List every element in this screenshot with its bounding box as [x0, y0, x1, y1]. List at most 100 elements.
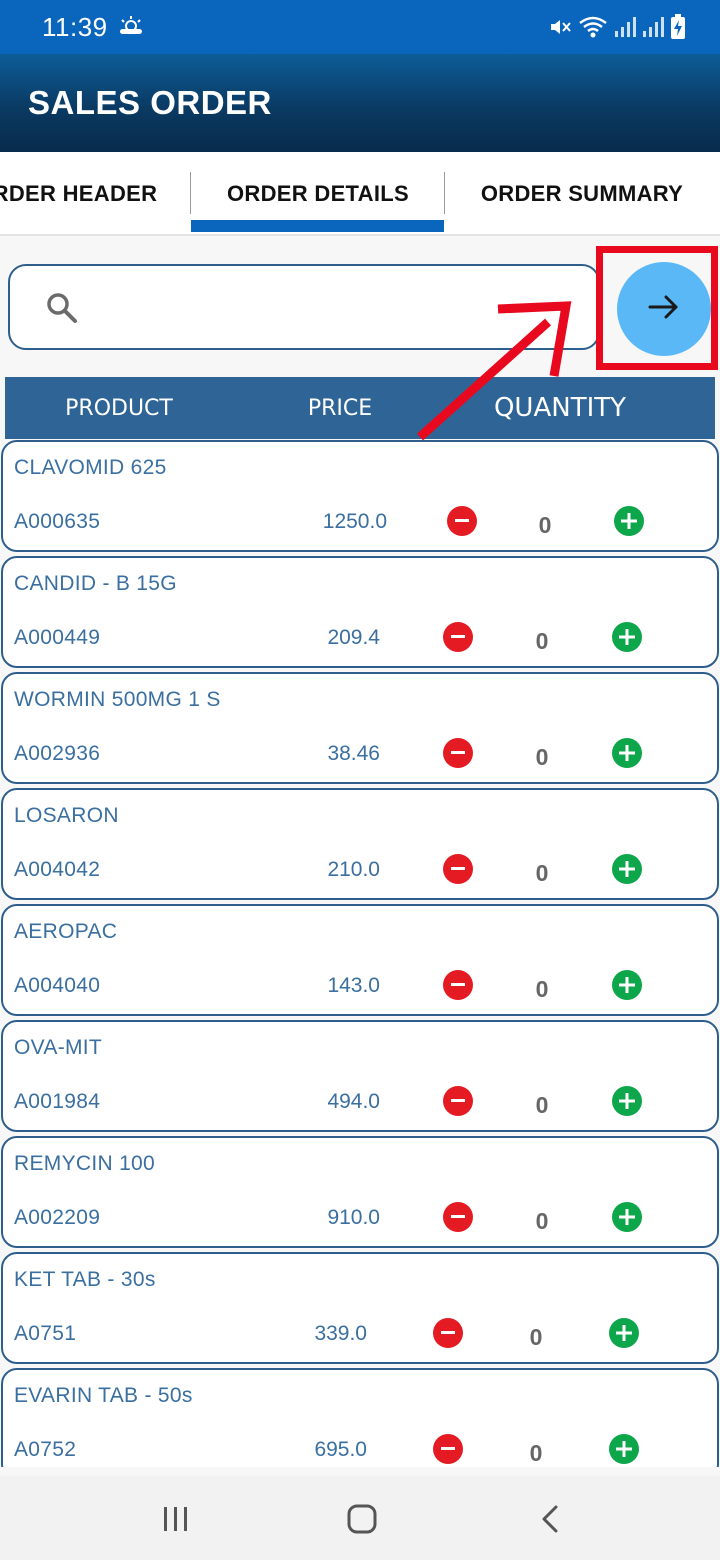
quantity-value: 0	[529, 1324, 543, 1350]
product-code: A004040	[14, 974, 101, 997]
back-button[interactable]	[520, 1496, 580, 1542]
increment-button[interactable]	[612, 970, 642, 1000]
wifi-icon	[578, 15, 608, 44]
product-name: KET TAB - 30s	[14, 1268, 156, 1291]
recent-apps-button[interactable]	[146, 1496, 206, 1542]
product-name: CLAVOMID 625	[14, 456, 167, 479]
decrement-button[interactable]	[443, 854, 473, 884]
tab-divider	[190, 172, 191, 214]
decrement-button[interactable]	[443, 970, 473, 1000]
product-code: A0751	[14, 1322, 77, 1345]
increment-button[interactable]	[614, 506, 644, 536]
column-price: PRICE	[307, 395, 373, 421]
minus-icon	[451, 1215, 465, 1218]
minus-icon	[451, 751, 465, 754]
plus-icon	[619, 1209, 635, 1225]
product-price: 910.0	[327, 1206, 380, 1229]
home-button[interactable]	[332, 1496, 392, 1542]
product-price: 339.0	[314, 1322, 367, 1345]
decrement-button[interactable]	[443, 1086, 473, 1116]
weather-icon	[118, 14, 144, 41]
minus-icon	[451, 867, 465, 870]
product-code: A002209	[14, 1206, 101, 1229]
page-title: SALES ORDER	[28, 84, 272, 121]
product-list[interactable]: CLAVOMID 625 A000635 1250.0 0 CANDID - B…	[0, 439, 720, 1467]
status-time: 11:39	[42, 12, 108, 42]
product-name: CANDID - B 15G	[14, 572, 177, 595]
quantity-value: 0	[535, 976, 549, 1002]
column-header: PRODUCT PRICE QUANTITY	[5, 377, 715, 439]
list-item[interactable]: WORMIN 500MG 1 S A002936 38.46 0	[1, 672, 719, 784]
product-name: EVARIN TAB - 50s	[14, 1384, 193, 1407]
quantity-value: 0	[529, 1440, 543, 1466]
tab-bar: RDER HEADER ORDER DETAILS ORDER SUMMARY	[0, 152, 720, 236]
minus-icon	[451, 1099, 465, 1102]
plus-icon	[619, 1093, 635, 1109]
tab-order-header[interactable]: RDER HEADER	[0, 152, 190, 236]
product-price: 209.4	[327, 626, 380, 649]
tab-label: ORDER DETAILS	[227, 181, 409, 206]
increment-button[interactable]	[609, 1434, 639, 1464]
signal-2-icon	[642, 15, 664, 44]
plus-icon	[619, 977, 635, 993]
product-name: WORMIN 500MG 1 S	[14, 688, 221, 711]
list-item[interactable]: CANDID - B 15G A000449 209.4 0	[1, 556, 719, 668]
decrement-button[interactable]	[443, 738, 473, 768]
list-item[interactable]: CLAVOMID 625 A000635 1250.0 0	[1, 440, 719, 552]
product-code: A000449	[14, 626, 101, 649]
minus-icon	[451, 983, 465, 986]
list-item[interactable]: REMYCIN 100 A002209 910.0 0	[1, 1136, 719, 1248]
product-code: A000635	[14, 510, 101, 533]
tab-label: ORDER SUMMARY	[480, 181, 684, 206]
product-name: AEROPAC	[14, 920, 118, 943]
decrement-button[interactable]	[447, 506, 477, 536]
quantity-value: 0	[535, 1092, 549, 1118]
status-bar: 11:39	[0, 0, 720, 54]
product-code: A001984	[14, 1090, 101, 1113]
tab-indicator	[191, 220, 444, 232]
search-input[interactable]	[100, 284, 580, 332]
status-icons	[548, 14, 686, 45]
battery-icon	[670, 14, 686, 45]
plus-icon	[619, 861, 635, 877]
product-name: LOSARON	[14, 804, 119, 827]
decrement-button[interactable]	[443, 1202, 473, 1232]
product-price: 1250.0	[322, 510, 387, 533]
back-icon	[542, 1505, 558, 1533]
list-item[interactable]: LOSARON A004042 210.0 0	[1, 788, 719, 900]
column-product: PRODUCT	[65, 395, 173, 421]
product-code: A004042	[14, 858, 101, 881]
product-price: 38.46	[327, 742, 380, 765]
decrement-button[interactable]	[443, 622, 473, 652]
minus-icon	[441, 1331, 455, 1334]
product-name: OVA-MIT	[14, 1036, 103, 1059]
quantity-value: 0	[535, 628, 549, 654]
plus-icon	[621, 513, 637, 529]
decrement-button[interactable]	[433, 1434, 463, 1464]
product-price: 210.0	[327, 858, 380, 881]
increment-button[interactable]	[612, 622, 642, 652]
list-item[interactable]: AEROPAC A004040 143.0 0	[1, 904, 719, 1016]
list-item[interactable]: KET TAB - 30s A0751 339.0 0	[1, 1252, 719, 1364]
increment-button[interactable]	[612, 738, 642, 768]
increment-button[interactable]	[612, 1086, 642, 1116]
highlight-box	[596, 246, 718, 370]
product-code: A002936	[14, 742, 101, 765]
product-price: 494.0	[327, 1090, 380, 1113]
product-price: 695.0	[314, 1438, 367, 1461]
home-icon	[347, 1504, 377, 1534]
tab-label: RDER HEADER	[0, 181, 158, 206]
search-box[interactable]	[8, 264, 600, 350]
quantity-value: 0	[535, 860, 549, 886]
plus-icon	[616, 1441, 632, 1457]
decrement-button[interactable]	[433, 1318, 463, 1348]
increment-button[interactable]	[609, 1318, 639, 1348]
product-code: A0752	[14, 1438, 77, 1461]
increment-button[interactable]	[612, 854, 642, 884]
increment-button[interactable]	[612, 1202, 642, 1232]
list-item[interactable]: EVARIN TAB - 50s A0752 695.0 0	[1, 1368, 719, 1467]
column-quantity: QUANTITY	[493, 393, 627, 423]
tab-order-summary[interactable]: ORDER SUMMARY	[446, 152, 718, 236]
mute-icon	[548, 15, 572, 44]
list-item[interactable]: OVA-MIT A001984 494.0 0	[1, 1020, 719, 1132]
